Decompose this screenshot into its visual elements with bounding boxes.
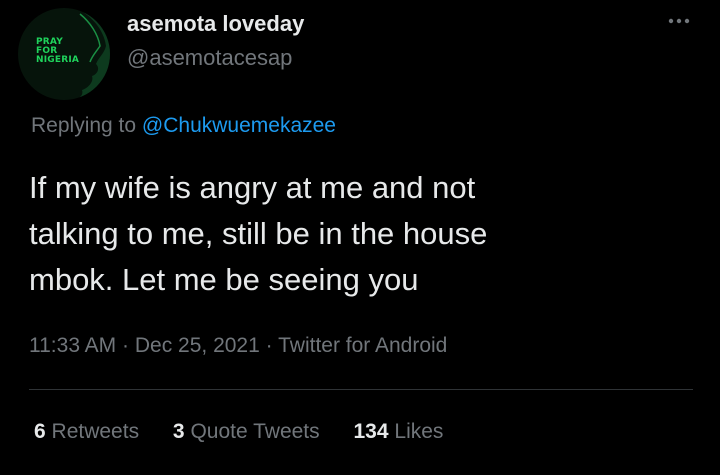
- avatar[interactable]: PRAY FOR NIGERIA: [18, 8, 110, 100]
- tweet-text: If my wife is angry at me and not talkin…: [29, 165, 689, 303]
- tweet-text-line: talking to me, still be in the house: [29, 216, 488, 251]
- retweets-count: 6: [34, 420, 46, 443]
- tweet-text-line: mbok. Let me be seeing you: [29, 262, 419, 297]
- replying-to-prefix: Replying to: [31, 114, 137, 137]
- retweets-label: Retweets: [51, 420, 140, 443]
- display-name[interactable]: asemota loveday: [127, 11, 304, 37]
- tweet-time[interactable]: 11:33 AM: [29, 334, 116, 357]
- quote-tweets-count: 3: [172, 420, 185, 443]
- avatar-text: PRAY FOR NIGERIA: [36, 37, 80, 65]
- replying-to-mention-link[interactable]: @Chukwuemekazee: [142, 114, 336, 137]
- meta-separator: ·: [122, 334, 130, 357]
- user-handle[interactable]: @asemotacesap: [127, 45, 292, 71]
- quote-tweets-stat[interactable]: 3 Quote Tweets: [173, 420, 320, 444]
- quote-tweets-label: Quote Tweets: [190, 420, 320, 443]
- likes-label: Likes: [394, 420, 444, 443]
- replying-to: Replying to @Chukwuemekazee: [31, 114, 336, 138]
- tweet-meta: 11:33 AM · Dec 25, 2021 · Twitter for An…: [29, 334, 447, 358]
- engagement-stats: 6 Retweets 3 Quote Tweets 134 Likes: [34, 420, 471, 444]
- tweet-text-line: If my wife is angry at me and not: [29, 170, 476, 205]
- retweets-stat[interactable]: 6 Retweets: [34, 420, 139, 444]
- meta-separator: ·: [265, 334, 273, 357]
- more-horizontal-icon[interactable]: [667, 14, 691, 28]
- tweet-date[interactable]: Dec 25, 2021: [135, 334, 260, 357]
- likes-stat[interactable]: 134 Likes: [354, 420, 444, 444]
- divider: [29, 389, 693, 390]
- tweet-source[interactable]: Twitter for Android: [278, 334, 447, 357]
- likes-count: 134: [353, 420, 389, 443]
